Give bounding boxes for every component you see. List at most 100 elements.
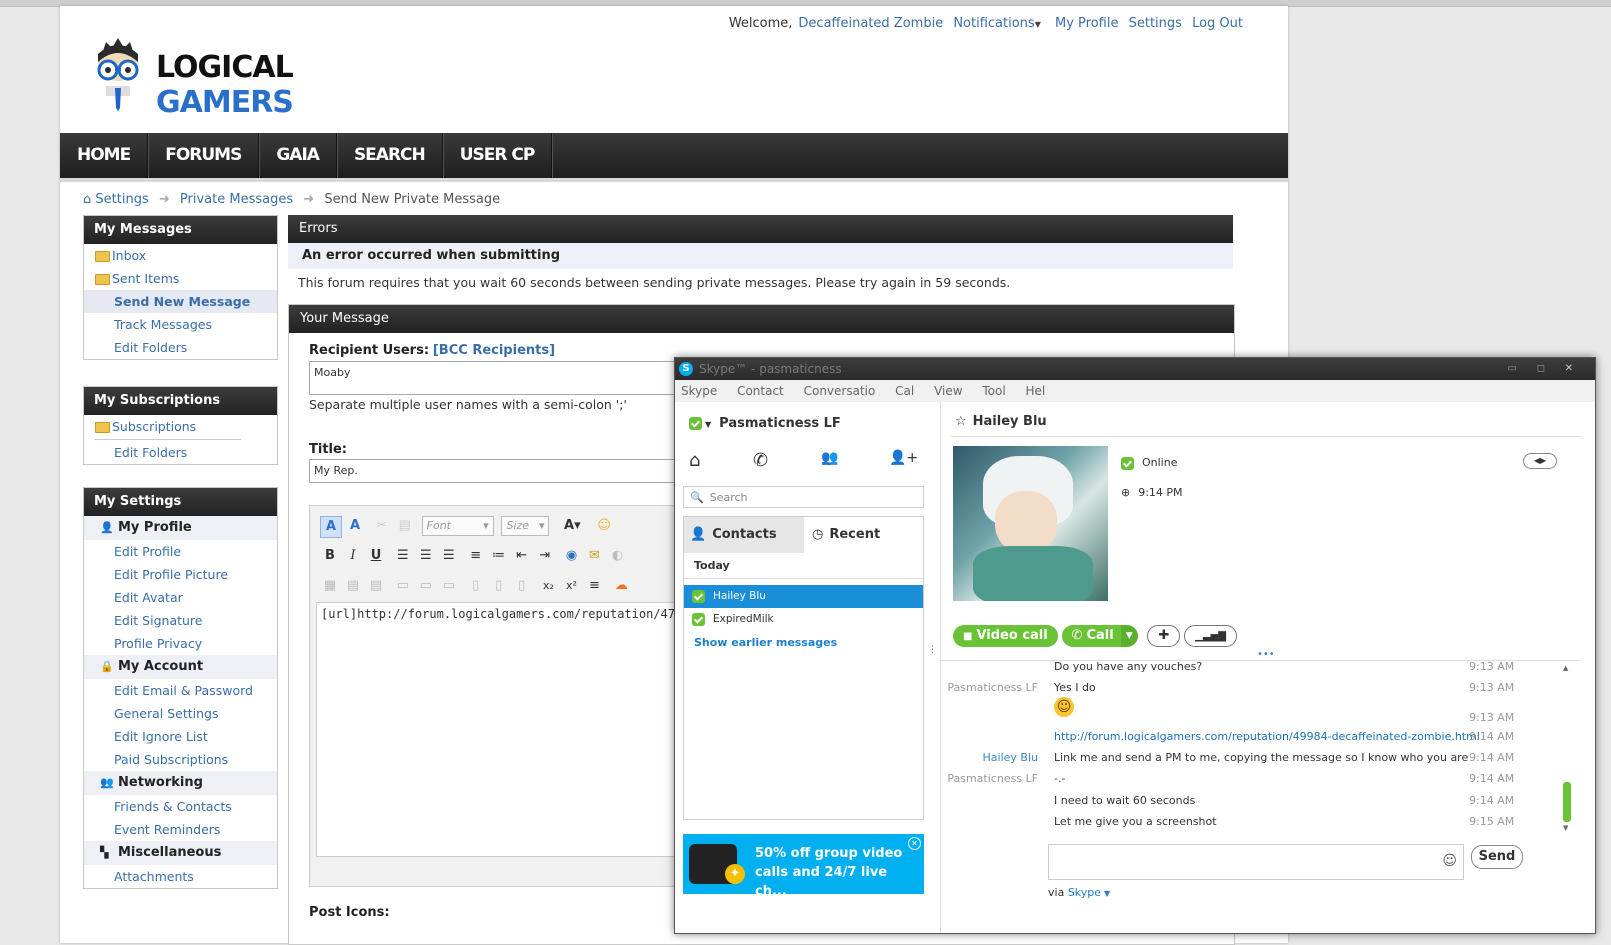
emoticon-picker-icon[interactable]: ☺ (1442, 853, 1457, 869)
nav-gaia[interactable]: GAIA (259, 133, 337, 178)
text-color-icon[interactable]: A (345, 516, 365, 536)
add-contact-icon[interactable]: 👤+ (889, 450, 918, 466)
soundcloud-icon[interactable]: ☁ (611, 576, 631, 596)
sidebar-item-profile-privacy[interactable]: Profile Privacy (84, 632, 277, 655)
menu-help[interactable]: Hel (1026, 384, 1046, 398)
sidebar-item-edit-folders[interactable]: Edit Folders (84, 336, 277, 359)
favorite-star-icon[interactable]: ☆ (955, 414, 967, 429)
unordered-list-icon[interactable]: ≔ (489, 546, 509, 566)
image-icon[interactable]: ◐ (607, 546, 627, 566)
page-icon[interactable]: ▯ (466, 576, 486, 596)
menu-conversation[interactable]: Conversatio (804, 384, 876, 398)
size-select[interactable]: Size ▾ (501, 516, 550, 536)
username-link[interactable]: Decaffeinated Zombie (798, 16, 943, 31)
via-skype-dropdown[interactable]: Skype ▼ (1068, 886, 1110, 899)
logout-link[interactable]: Log Out (1192, 16, 1243, 31)
maximize-icon[interactable]: ◻ (1537, 358, 1545, 380)
menu-contact[interactable]: Contact (737, 384, 784, 398)
minimize-icon[interactable]: ▭ (1508, 358, 1517, 380)
contact-expiredmilk[interactable]: ExpiredMilk (684, 608, 923, 631)
copy-icon[interactable]: ▯ (489, 576, 509, 596)
remove-format-icon[interactable]: A (320, 516, 342, 538)
self-status-row[interactable]: ▼ Pasmaticness LF (689, 416, 841, 431)
site-logo[interactable]: LOGICAL GAMERS (88, 36, 388, 120)
superscript-icon[interactable]: x² (561, 576, 581, 596)
nav-search[interactable]: SEARCH (337, 133, 443, 178)
bold-icon[interactable]: B (320, 546, 340, 566)
menu-skype[interactable]: Skype (681, 384, 717, 398)
call-quality-button[interactable]: ▁▃▅▇ (1184, 625, 1237, 647)
skype-ad-banner[interactable]: ✦ 50% off group video calls and 24/7 liv… (683, 834, 924, 899)
nav-home[interactable]: HOME (60, 133, 149, 178)
scroll-up-icon[interactable]: ▲ (1563, 664, 1568, 672)
nav-forums[interactable]: FORUMS (148, 133, 260, 178)
font-color-icon[interactable]: A▾ (557, 516, 587, 536)
quote-icon[interactable]: ▭ (393, 576, 413, 596)
html-icon[interactable]: ▭ (416, 576, 436, 596)
scroll-down-icon[interactable]: ▼ (1563, 824, 1568, 832)
menu-call[interactable]: Cal (895, 384, 914, 398)
sidebar-item-edit-signature[interactable]: Edit Signature (84, 609, 277, 632)
home-icon[interactable]: ⌂ (689, 450, 700, 471)
strike-icon[interactable]: ≡ (584, 576, 604, 596)
email-icon[interactable]: ✉ (584, 546, 604, 566)
next-arrow-icon[interactable]: ▶ (1540, 456, 1546, 465)
chat-link[interactable]: http://forum.logicalgamers.com/reputatio… (1054, 728, 1480, 746)
align-center-icon[interactable]: ☰ (416, 546, 436, 566)
sidebar-item-edit-subscription-folders[interactable]: Edit Folders (84, 441, 277, 464)
sidebar-item-paid-subscriptions[interactable]: Paid Subscriptions (84, 748, 277, 771)
my-profile-link[interactable]: My Profile (1055, 16, 1118, 31)
title-input[interactable]: My Rep. (309, 459, 729, 483)
message-body-textarea[interactable]: [url]http://forum.logicalgamers.com/repu… (316, 602, 728, 857)
skype-titlebar[interactable]: S Skype™ - pasmaticness ▭ ◻ ✕ (675, 358, 1595, 380)
align-left-icon[interactable]: ☰ (393, 546, 413, 566)
sidebar-item-edit-avatar[interactable]: Edit Avatar (84, 586, 277, 609)
sidebar-item-general-settings[interactable]: General Settings (84, 702, 277, 725)
sidebar-item-edit-email-password[interactable]: Edit Email & Password (84, 679, 277, 702)
indent-icon[interactable]: ⇥ (535, 546, 555, 566)
call-options-dropdown[interactable]: ▼ (1120, 625, 1138, 647)
recipient-input[interactable]: Moaby (309, 361, 729, 395)
bcc-recipients-link[interactable]: [BCC Recipients] (433, 343, 555, 358)
sidebar-item-attachments[interactable]: Attachments (84, 865, 277, 888)
menu-view[interactable]: View (934, 384, 962, 398)
sidebar-item-send-new-message[interactable]: Send New Message (84, 290, 277, 313)
breadcrumb-settings[interactable]: Settings (95, 192, 148, 207)
code-icon[interactable]: ▤ (343, 576, 363, 596)
font-select[interactable]: Font ▾ (421, 516, 494, 536)
link-icon[interactable]: ◉ (561, 546, 581, 566)
home-icon[interactable]: ⌂ (83, 192, 91, 207)
contact-search-input[interactable]: 🔍 Search (683, 486, 924, 508)
cut-icon[interactable]: ✂ (372, 516, 392, 536)
more-dots-icon[interactable]: ••• (1257, 649, 1275, 660)
profile-nav-arrows[interactable]: ◀▶ (1523, 453, 1557, 469)
align-right-icon[interactable]: ☰ (439, 546, 459, 566)
paste-icon[interactable]: ▤ (395, 516, 415, 536)
sidebar-item-friends-contacts[interactable]: Friends & Contacts (84, 795, 277, 818)
sidebar-item-subscriptions[interactable]: Subscriptions (84, 415, 277, 438)
underline-icon[interactable]: U (366, 546, 386, 566)
scrollbar-thumb[interactable] (1563, 782, 1571, 822)
tab-recent[interactable]: ◷ Recent (804, 517, 923, 553)
spoiler-icon[interactable]: ▭ (439, 576, 459, 596)
send-button[interactable]: Send (1471, 845, 1523, 869)
close-icon[interactable]: ✕ (1565, 358, 1573, 380)
pane-splitter-icon[interactable]: ⋮ (928, 646, 937, 655)
menu-tools[interactable]: Tool (982, 384, 1005, 398)
tab-contacts[interactable]: 👤 Contacts (684, 517, 804, 553)
group-icon[interactable]: 👥 (821, 450, 838, 466)
italic-icon[interactable]: I (343, 546, 363, 566)
contact-hailey-blu[interactable]: Hailey Blu (684, 585, 923, 608)
video-call-button[interactable]: ■ Video call (953, 625, 1058, 647)
chat-scrollbar[interactable]: ▲ ▼ (1563, 664, 1571, 834)
sidebar-item-edit-profile[interactable]: Edit Profile (84, 540, 277, 563)
call-button[interactable]: ✆ Call (1061, 625, 1124, 647)
settings-link[interactable]: Settings (1129, 16, 1182, 31)
sidebar-item-sent[interactable]: Sent Items (84, 267, 277, 290)
sidebar-item-track-messages[interactable]: Track Messages (84, 313, 277, 336)
sidebar-item-edit-profile-picture[interactable]: Edit Profile Picture (84, 563, 277, 586)
nav-usercp[interactable]: USER CP (443, 133, 553, 178)
outdent-icon[interactable]: ⇤ (512, 546, 532, 566)
chat-message-input[interactable]: ☺ (1048, 844, 1464, 880)
table-icon[interactable]: ▦ (320, 576, 340, 596)
